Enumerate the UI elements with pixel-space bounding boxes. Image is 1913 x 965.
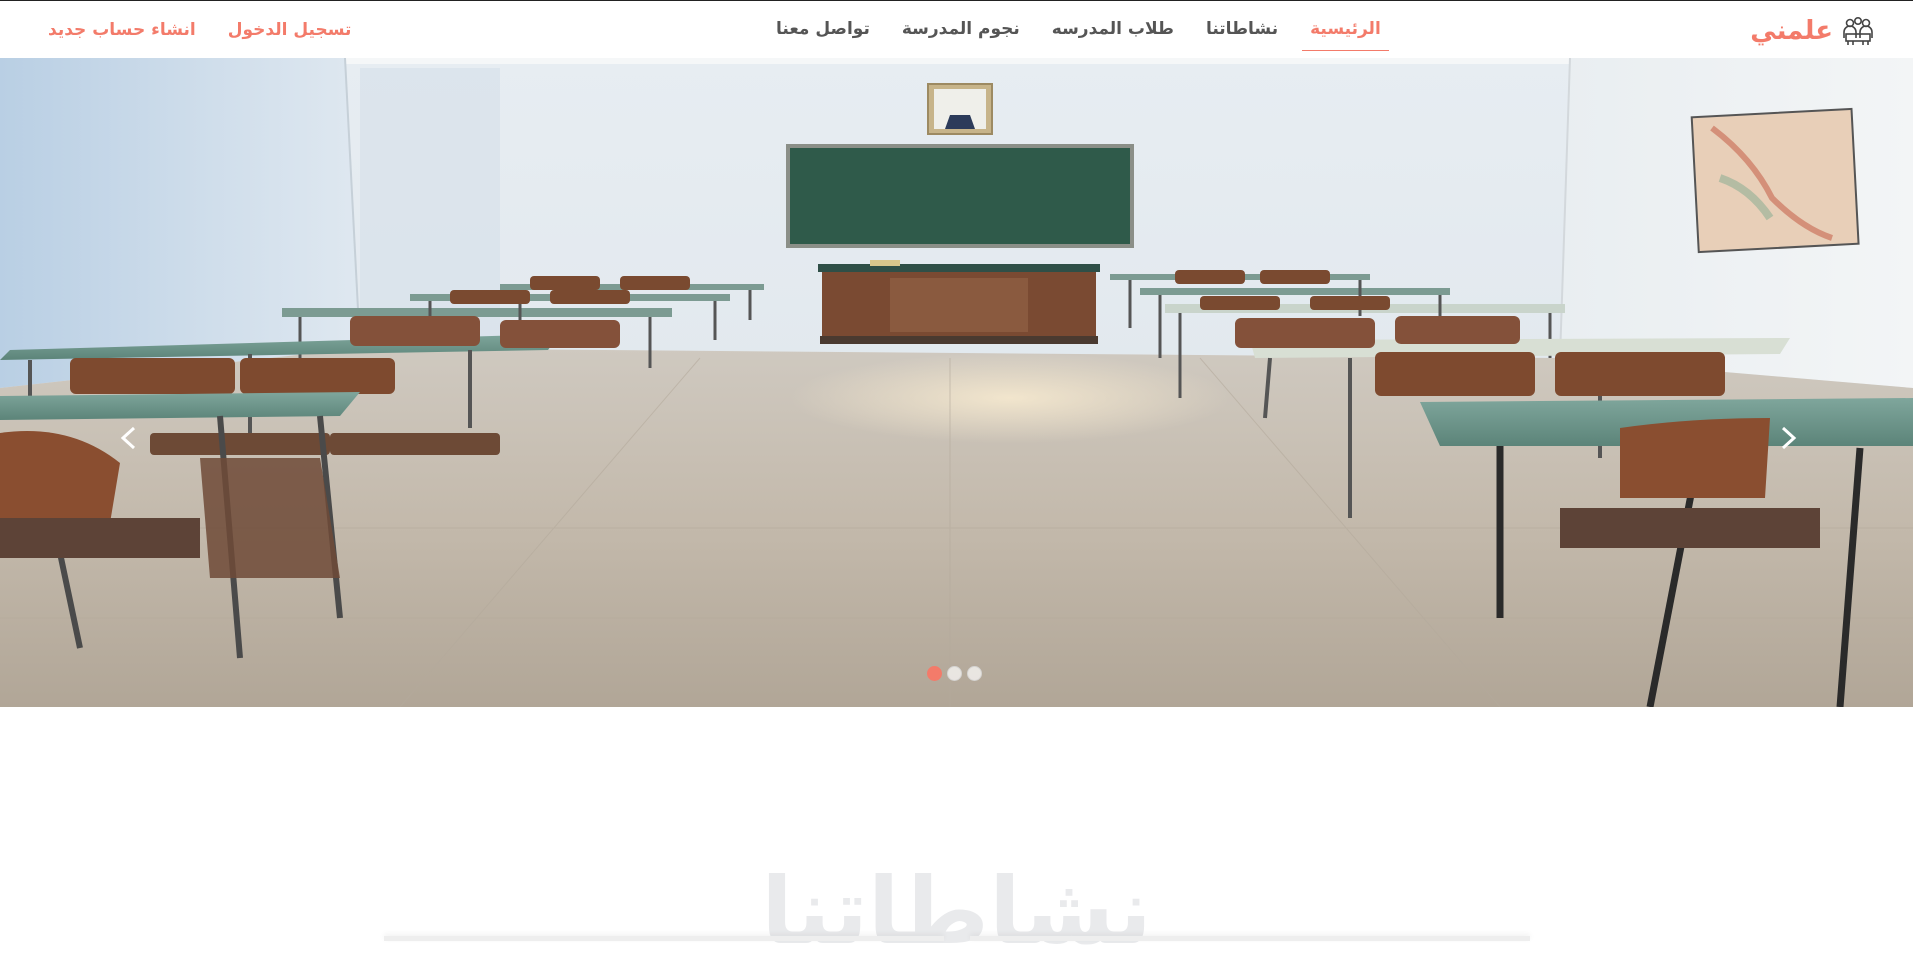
- hero-carousel: [0, 58, 1913, 707]
- classroom-photo: [0, 58, 1913, 707]
- section-title-activities: نشاطاتنا: [761, 858, 1152, 965]
- carousel-indicators: [927, 666, 982, 681]
- chevron-left-icon: [120, 426, 136, 450]
- nav-item-activities[interactable]: نشاطاتنا: [1190, 1, 1294, 58]
- carousel-prev-button[interactable]: [114, 423, 144, 453]
- brand-logo[interactable]: علمني: [1750, 11, 1875, 51]
- carousel-dot-1[interactable]: [927, 666, 942, 681]
- activity-card[interactable]: [384, 936, 944, 941]
- nav-item-contact[interactable]: تواصل معنا: [760, 1, 886, 58]
- site-header: علمني الرئيسية نشاطاتنا طلاب المدرسه نجو…: [0, 1, 1913, 58]
- nav-item-home[interactable]: الرئيسية: [1294, 1, 1397, 58]
- brand-name: علمني: [1750, 16, 1833, 46]
- nav-item-students[interactable]: طلاب المدرسه: [1036, 1, 1190, 58]
- carousel-dot-2[interactable]: [947, 666, 962, 681]
- carousel-next-button[interactable]: [1773, 423, 1803, 453]
- main-nav: الرئيسية نشاطاتنا طلاب المدرسه نجوم المد…: [760, 1, 1397, 58]
- chevron-right-icon: [1781, 426, 1797, 450]
- carousel-dot-3[interactable]: [967, 666, 982, 681]
- login-link[interactable]: تسجيل الدخول: [228, 20, 352, 40]
- auth-links: تسجيل الدخول انشاء حساب جديد: [48, 1, 351, 58]
- students-group-icon: [1843, 16, 1873, 45]
- nav-item-stars[interactable]: نجوم المدرسة: [886, 1, 1036, 58]
- activity-card[interactable]: [970, 936, 1530, 941]
- signup-link[interactable]: انشاء حساب جديد: [48, 20, 196, 40]
